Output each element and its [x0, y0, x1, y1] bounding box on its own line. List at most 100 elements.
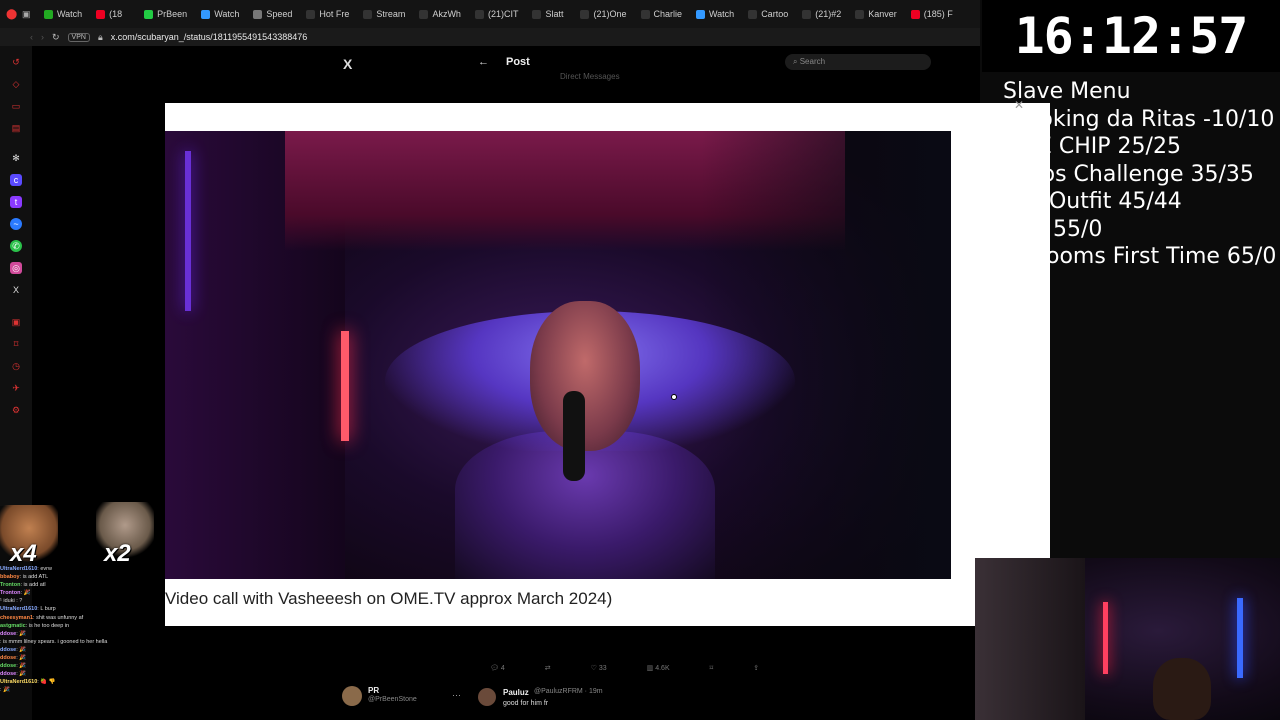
chat-username[interactable]: ddose: [0, 631, 16, 637]
browser-tab[interactable]: Cartoo: [742, 3, 794, 25]
back-icon[interactable]: ‹: [30, 32, 33, 42]
browser-tab[interactable]: PrBeen: [138, 3, 193, 25]
microphone: [563, 391, 585, 481]
chat-username[interactable]: ddose: [0, 671, 16, 677]
browser-menu-icon[interactable]: ⬤: [6, 9, 20, 20]
chat-message: ddose: 🎉: [0, 646, 160, 654]
chat-username[interactable]: ddose: [0, 655, 16, 661]
browser-tab[interactable]: Watch: [195, 3, 245, 25]
instagram-icon[interactable]: ◎: [10, 262, 22, 274]
back-arrow-icon[interactable]: ←: [478, 56, 489, 68]
views-action[interactable]: ▥ 4.6K: [647, 664, 670, 676]
whatsapp-icon[interactable]: ✆: [10, 240, 22, 252]
chat-username[interactable]: Tronton: [0, 590, 20, 596]
settings-icon[interactable]: ⚙: [10, 404, 22, 416]
x-icon: [306, 9, 316, 19]
x-sidebar-icon[interactable]: X: [10, 284, 22, 296]
browser-tab[interactable]: (18: [90, 3, 136, 25]
chat-username[interactable]: astgmatic: [0, 623, 26, 629]
chat-message: ddose: 🎉: [0, 630, 160, 638]
tab-label: Hot Fre: [319, 9, 350, 19]
chat-username[interactable]: cheesyman1: [0, 615, 33, 621]
bookmark-icon[interactable]: ⌑: [10, 338, 22, 350]
purple-light: [185, 151, 191, 311]
tab-label: (21)CIT: [487, 9, 519, 19]
search-input[interactable]: ⌕ Search: [785, 54, 931, 70]
browser-tab[interactable]: Watch: [38, 3, 88, 25]
tab-label: (21)One: [593, 9, 627, 19]
workspaces-icon[interactable]: ▣: [22, 9, 36, 20]
browser-tab[interactable]: Charlie: [635, 3, 689, 25]
chat-message: bbaboy: is add ATL: [0, 573, 160, 581]
person-head: [530, 301, 640, 451]
tab-label: Watch: [709, 9, 735, 19]
chat-username[interactable]: bbaboy: [0, 574, 20, 580]
messenger-icon[interactable]: ~: [10, 218, 22, 230]
profile-card[interactable]: PR @PrBeenStone ···: [340, 684, 461, 712]
app-icon[interactable]: c: [10, 174, 22, 186]
vpn-badge[interactable]: VPN: [67, 32, 90, 42]
browser-tab[interactable]: Speed: [247, 3, 298, 25]
reply-tweet[interactable]: Pauluz @PauluzRFRM · 19m good for him fr: [478, 686, 778, 720]
like-action[interactable]: ♡ 33: [591, 664, 607, 676]
url-field[interactable]: x.com/scubaryan_/status/1811955491543388…: [111, 32, 307, 42]
twitch-icon[interactable]: t: [10, 196, 22, 208]
browser-tab[interactable]: Stream: [357, 3, 411, 25]
wallet-icon[interactable]: ▣: [10, 316, 22, 328]
speed-icon: [253, 9, 263, 19]
chatgpt-icon[interactable]: ✻: [10, 152, 22, 164]
avatar: [342, 686, 362, 706]
retweet-action[interactable]: ⇄: [545, 664, 551, 676]
chat-message: Tronton: is add atl: [0, 581, 160, 589]
chat-text: : 🍓 👎: [37, 679, 56, 686]
tab-label: Kanver: [868, 9, 897, 19]
reply-action[interactable]: 💬︎ 4: [490, 664, 505, 676]
search-icon: ⌕: [793, 57, 800, 66]
history-icon[interactable]: ↺: [10, 56, 22, 68]
share-action[interactable]: ⇪: [753, 664, 759, 676]
browser-tab[interactable]: (185) F: [905, 3, 959, 25]
browser-tab[interactable]: (21)One: [574, 3, 632, 25]
video-frame-image[interactable]: [165, 131, 951, 579]
chat-text: : 🎉: [16, 671, 27, 678]
tiktok-icon: [802, 9, 812, 19]
more-icon[interactable]: ···: [452, 690, 461, 700]
direct-messages-header[interactable]: Direct Messages: [560, 72, 620, 81]
tab-label: Stream: [376, 9, 406, 19]
chat-icon[interactable]: ▭: [10, 100, 22, 112]
browser-tab[interactable]: (21)CIT: [469, 3, 525, 25]
chat-username[interactable]: ddose: [0, 663, 16, 669]
address-bar: ‹ › ↻ VPN 🔒︎ x.com/scubaryan_/status/181…: [0, 28, 980, 46]
chat-username[interactable]: Tronton: [0, 582, 20, 588]
browser-tab[interactable]: Slatt: [526, 3, 572, 25]
chat-text: : is add ATL: [19, 574, 49, 581]
browser-tab[interactable]: AkzWh: [413, 3, 467, 25]
tiktok-icon: [474, 9, 484, 19]
lock-icon: 🔒︎: [97, 31, 103, 42]
browser-tab[interactable]: (21)#2: [796, 3, 847, 25]
chat-text: : 🎉: [20, 590, 31, 597]
chat-username[interactable]: UltraNerd1610: [0, 566, 37, 572]
webcam-wall: [975, 558, 1085, 720]
bag-icon[interactable]: ◇: [10, 78, 22, 90]
chat-username[interactable]: UltraNerd1610: [0, 606, 37, 612]
chat-username[interactable]: ddose: [0, 647, 16, 653]
x-icon: [532, 9, 542, 19]
chat-username[interactable]: UltraNerd1610: [0, 679, 37, 685]
reply-author: Pauluz: [503, 688, 529, 697]
x-logo[interactable]: X: [343, 56, 352, 72]
x-icon: [419, 9, 429, 19]
browser-tab[interactable]: Hot Fre: [300, 3, 355, 25]
forward-icon[interactable]: ›: [41, 32, 44, 42]
slave-menu-overlay: Slave Menu Smoking da Ritas -10/10 E CHI…: [1000, 78, 1280, 271]
tab-label: Charlie: [653, 9, 683, 19]
browser-tab[interactable]: Kanver: [849, 3, 903, 25]
bookmark-action[interactable]: ⌑: [710, 664, 714, 676]
browser-tab[interactable]: Watch: [690, 3, 740, 25]
clock-icon[interactable]: ◷: [10, 360, 22, 372]
chat-message: Tronton: 🎉: [0, 589, 160, 597]
extensions-icon[interactable]: ✈: [10, 382, 22, 394]
news-icon[interactable]: ▤: [10, 122, 22, 134]
reload-icon[interactable]: ↻: [52, 32, 60, 43]
reply-handle: @PauluzRFRM · 19m: [534, 688, 603, 695]
